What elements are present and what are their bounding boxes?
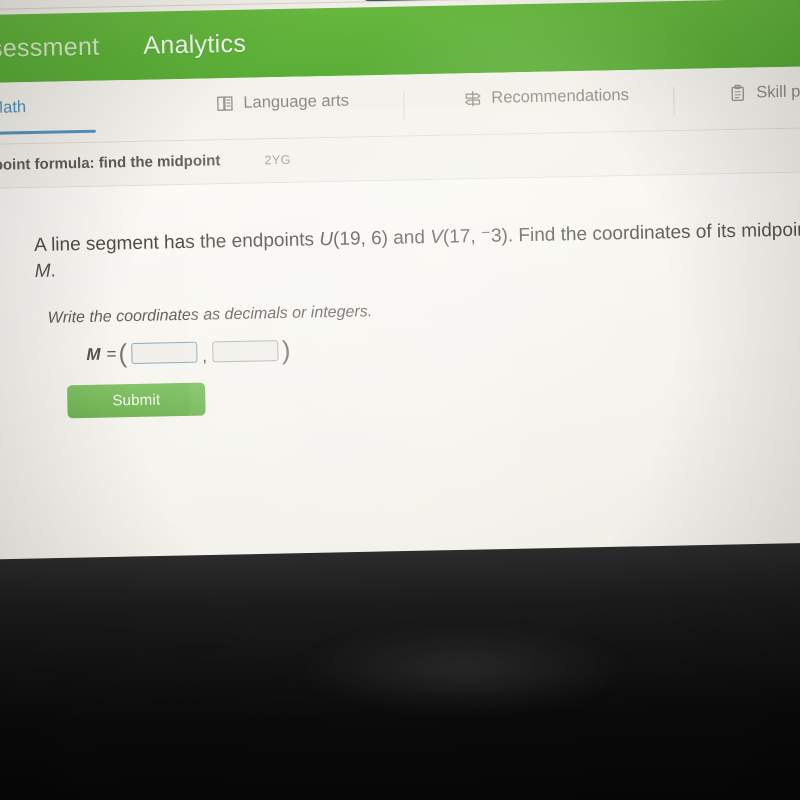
tab-math-label: Math xyxy=(0,98,27,117)
tab-math[interactable]: Math xyxy=(0,98,96,136)
tab-divider xyxy=(673,87,675,116)
book-icon xyxy=(215,94,234,113)
answer-row: M = ( , ) xyxy=(86,334,291,367)
screen-content: arch topics and skills Rememb Assessment xyxy=(0,0,800,628)
tab-divider xyxy=(403,92,405,121)
tab-math-active-underline xyxy=(0,129,96,136)
midpoint-x-input[interactable] xyxy=(130,341,198,365)
midpoint-y-input[interactable] xyxy=(211,340,279,363)
coordinate-comma: , xyxy=(202,346,208,366)
skill-title: 3.10 Midpoint formula: find the midpoint xyxy=(0,152,221,175)
skill-code: 2YG xyxy=(264,152,291,168)
midpoint-variable: M xyxy=(34,260,51,283)
signpost-icon xyxy=(463,89,482,108)
question-prefix: A line segment has the endpoints xyxy=(33,229,320,256)
question-period: . xyxy=(50,260,57,282)
point-v-variable: V xyxy=(430,226,444,249)
nav-item-analytics[interactable]: Analytics xyxy=(143,29,246,60)
nav-item-assessment[interactable]: Assessment xyxy=(0,32,100,64)
monitor-photo: arch topics and skills Rememb Assessment xyxy=(0,0,800,800)
question-conjunction: and xyxy=(387,227,431,249)
submit-button[interactable]: Submit xyxy=(67,382,206,419)
monitor-bezel xyxy=(0,541,800,800)
question-suffix: . Find the coordinates of its midpoint xyxy=(507,219,800,247)
tab-recommendations-label: Recommendations xyxy=(491,86,630,107)
question-text: A line segment has the endpoints U(19, 6… xyxy=(34,217,800,285)
tab-skill-plans[interactable]: Skill p xyxy=(728,83,800,103)
answer-instruction: Write the coordinates as decimals or int… xyxy=(47,303,373,327)
tab-language-arts[interactable]: Language arts xyxy=(215,92,349,114)
tab-skill-plans-label: Skill p xyxy=(756,82,800,102)
point-u-variable: U xyxy=(319,228,334,251)
equals-sign: = xyxy=(106,343,117,364)
midpoint-label: M xyxy=(86,344,101,364)
tab-recommendations[interactable]: Recommendations xyxy=(463,86,629,108)
point-u-coords: (19, 6) xyxy=(332,227,389,250)
tab-language-arts-label: Language arts xyxy=(243,91,350,112)
point-v-coords: (17, ⁻3) xyxy=(442,225,509,248)
clipboard-icon xyxy=(728,84,747,103)
